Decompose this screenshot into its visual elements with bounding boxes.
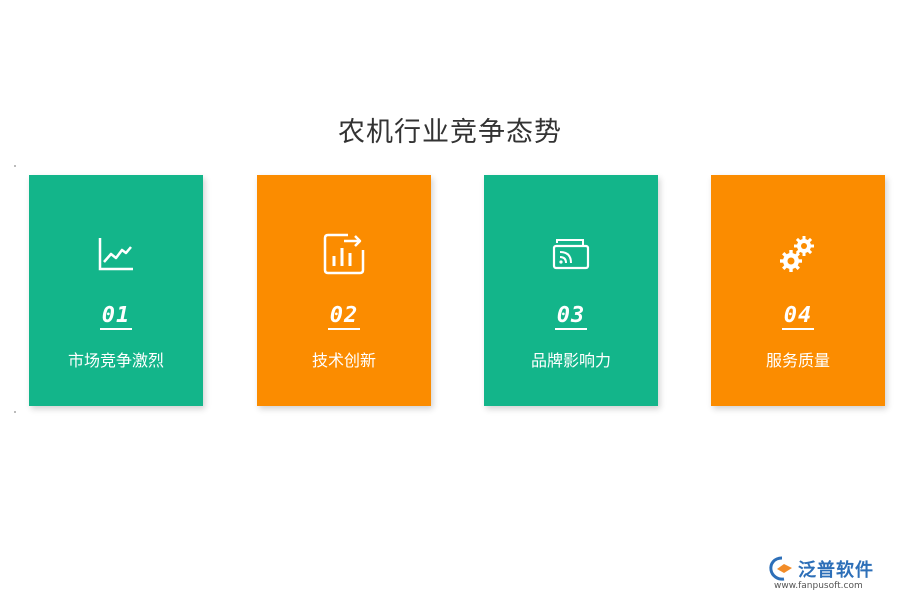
- card-number: 01: [99, 303, 133, 330]
- brand-logo[interactable]: 泛普软件 www.fanpusoft.com: [768, 556, 892, 596]
- card-number: 02: [327, 303, 361, 330]
- brand-name: 泛普软件: [798, 560, 874, 581]
- card-number: 03: [554, 303, 588, 330]
- brand-mark-icon: [768, 556, 796, 582]
- card-label: 技术创新: [311, 351, 376, 370]
- card-label: 品牌影响力: [530, 351, 611, 370]
- card-number: 04: [781, 303, 815, 330]
- bar-chart-export-icon: [257, 230, 431, 278]
- page: 农机行业竞争态势 01 市场竞争激烈 02 技术创新 03 品牌影响力 04 服…: [0, 0, 900, 600]
- brand-url: www.fanpusoft.com: [774, 581, 863, 591]
- cast-screen-icon: [484, 230, 658, 278]
- card-2: 02 技术创新: [257, 175, 431, 406]
- page-title: 农机行业竞争态势: [338, 117, 562, 148]
- card-3: 03 品牌影响力: [484, 175, 658, 406]
- card-1: 01 市场竞争激烈: [29, 175, 203, 406]
- card-label: 服务质量: [765, 351, 830, 370]
- edge-marker: [14, 411, 16, 413]
- card-4: 04 服务质量: [711, 175, 885, 406]
- card-label: 市场竞争激烈: [67, 351, 164, 370]
- edge-marker: [14, 165, 16, 167]
- line-chart-icon: [29, 230, 203, 278]
- gears-icon: [711, 230, 885, 278]
